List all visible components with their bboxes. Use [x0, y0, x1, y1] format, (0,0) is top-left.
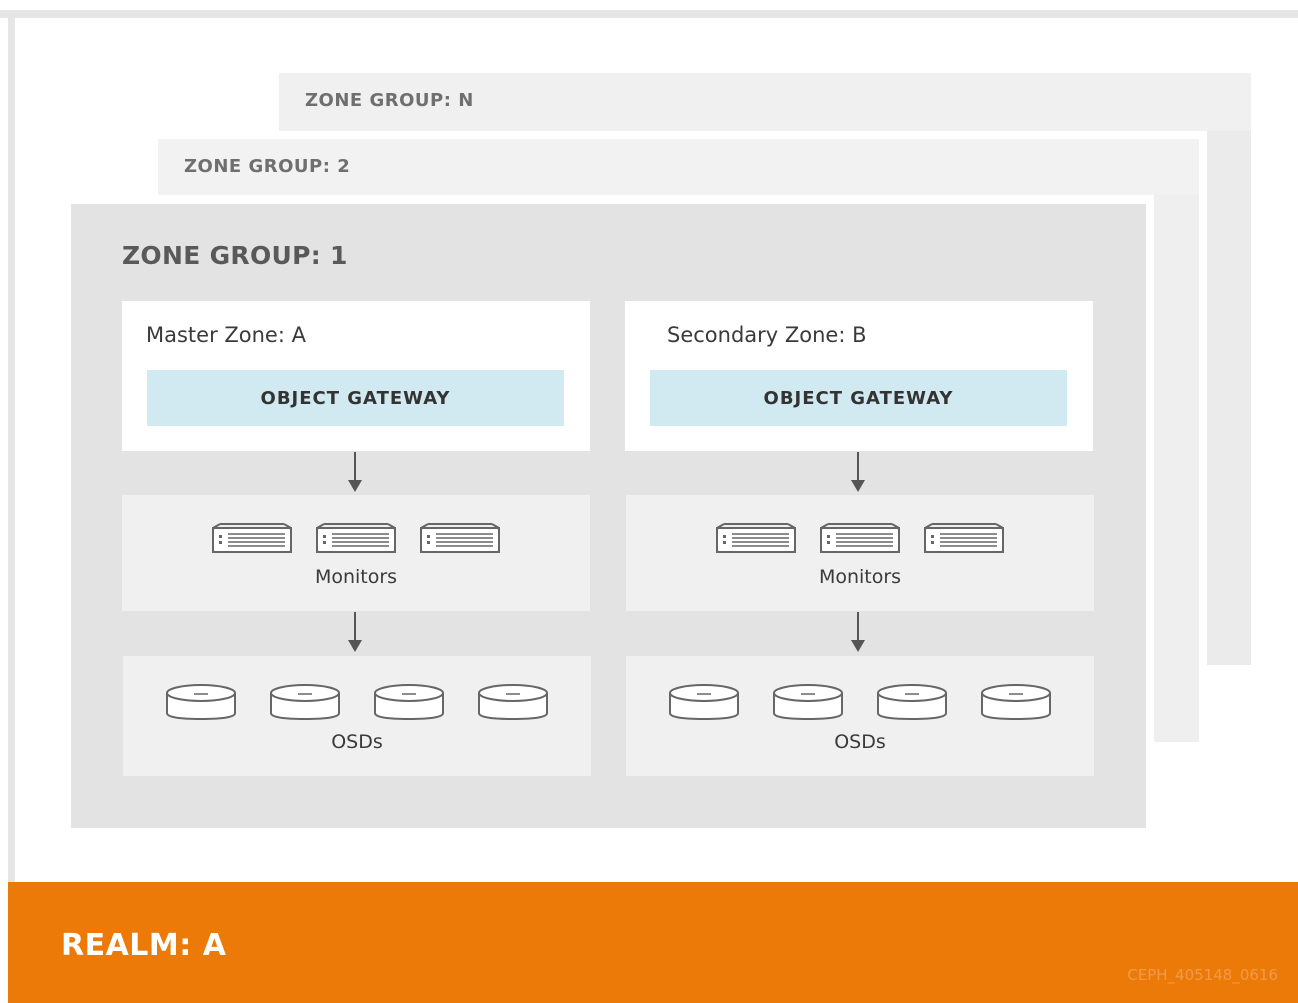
secondary-zone-title: Secondary Zone: B: [667, 323, 867, 347]
server-icon: [820, 523, 900, 557]
server-icon: [924, 523, 1004, 557]
zone-group-n-title: ZONE GROUP: N: [305, 90, 474, 111]
disk-icon: [166, 683, 236, 725]
master-zone-title: Master Zone: A: [146, 323, 306, 347]
master-monitors-label: Monitors: [314, 566, 398, 588]
master-monitors-tier: Monitors: [122, 495, 590, 611]
secondary-osds-tier: OSDs: [626, 656, 1094, 776]
realm-bar: REALM: A CEPH_405148_0616: [8, 882, 1298, 1003]
realm-title: REALM: A: [61, 928, 227, 963]
server-icon: [212, 523, 292, 557]
disk-icon: [773, 683, 843, 725]
figure-code: CEPH_405148_0616: [1127, 966, 1278, 984]
arrow-down-icon: [348, 612, 362, 652]
secondary-osds-label: OSDs: [834, 731, 886, 753]
server-icon: [316, 523, 396, 557]
osd-icon-row: [123, 683, 591, 725]
secondary-object-gateway: OBJECT GATEWAY: [650, 370, 1067, 426]
disk-icon: [669, 683, 739, 725]
zone-group-2-title: ZONE GROUP: 2: [184, 156, 351, 177]
master-zone-box: Master Zone: A OBJECT GATEWAY: [122, 301, 590, 451]
osd-icon-row: [626, 683, 1094, 725]
server-icon: [716, 523, 796, 557]
master-object-gateway: OBJECT GATEWAY: [147, 370, 564, 426]
disk-icon: [270, 683, 340, 725]
monitor-icon-row: [626, 523, 1094, 557]
disk-icon: [374, 683, 444, 725]
server-icon: [420, 523, 500, 557]
arrow-down-icon: [348, 452, 362, 492]
disk-icon: [877, 683, 947, 725]
secondary-monitors-label: Monitors: [818, 566, 902, 588]
arrow-down-icon: [851, 452, 865, 492]
secondary-monitors-tier: Monitors: [626, 495, 1094, 611]
master-osds-tier: OSDs: [123, 656, 591, 776]
frame-left-border: [8, 10, 15, 882]
zone-group-1-title: ZONE GROUP: 1: [122, 241, 348, 270]
secondary-zone-box: Secondary Zone: B OBJECT GATEWAY: [625, 301, 1093, 451]
master-osds-label: OSDs: [331, 731, 383, 753]
disk-icon: [478, 683, 548, 725]
frame-top-border: [0, 10, 1298, 18]
monitor-icon-row: [122, 523, 590, 557]
arrow-down-icon: [851, 612, 865, 652]
disk-icon: [981, 683, 1051, 725]
